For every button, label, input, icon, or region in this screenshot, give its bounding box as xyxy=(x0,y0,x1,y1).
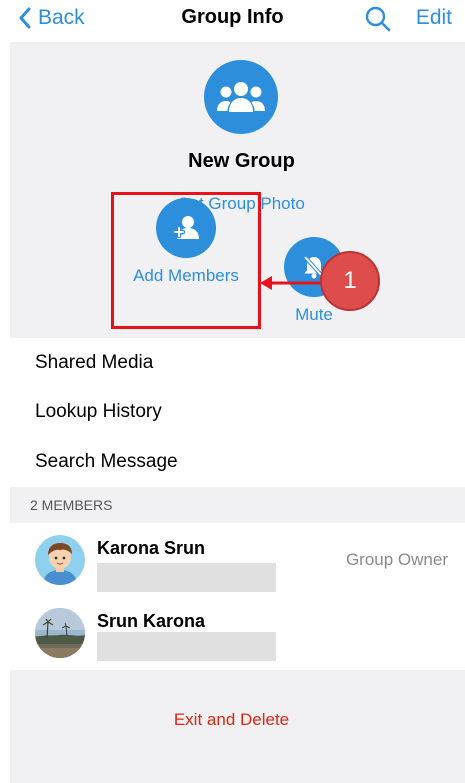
annotation-badge: 1 xyxy=(320,251,380,311)
add-members-circle xyxy=(156,198,216,258)
member-name: Srun Karona xyxy=(97,611,206,631)
members-section-header: 2 MEMBERS xyxy=(10,487,465,523)
search-message-row[interactable]: Search Message xyxy=(35,451,178,473)
search-icon xyxy=(365,6,391,32)
lookup-history-row[interactable]: Lookup History xyxy=(35,401,162,423)
back-label: Back xyxy=(38,6,85,29)
chevron-left-icon xyxy=(19,7,31,29)
boy-avatar-icon xyxy=(35,535,85,585)
annotation-arrow-icon xyxy=(260,276,322,290)
search-button[interactable] xyxy=(364,5,392,38)
edit-button[interactable]: Edit xyxy=(416,6,452,30)
member-name: Karona Srun xyxy=(97,538,206,558)
avatar xyxy=(35,535,85,585)
group-avatar[interactable] xyxy=(204,60,278,134)
exit-and-delete-button[interactable]: Exit and Delete xyxy=(0,710,463,730)
landscape-photo-icon xyxy=(35,608,85,658)
shared-media-row[interactable]: Shared Media xyxy=(35,352,153,374)
back-button[interactable]: Back xyxy=(18,6,85,30)
group-name: New Group xyxy=(188,150,295,172)
member-subtitle-placeholder xyxy=(97,632,276,661)
members-count: 2 MEMBERS xyxy=(30,497,113,513)
member-role-badge: Group Owner xyxy=(345,550,448,569)
member-row[interactable]: Karona Srun Group Owner xyxy=(0,525,465,595)
add-person-icon xyxy=(172,216,199,239)
avatar xyxy=(35,608,85,658)
navigation-bar: Back Group Info Edit xyxy=(0,0,465,42)
add-members-button[interactable]: Add Members xyxy=(111,192,261,329)
member-row[interactable]: Srun Karona xyxy=(0,598,465,668)
add-members-label: Add Members xyxy=(133,266,239,285)
group-people-icon xyxy=(217,82,265,112)
member-subtitle-placeholder xyxy=(97,563,276,592)
